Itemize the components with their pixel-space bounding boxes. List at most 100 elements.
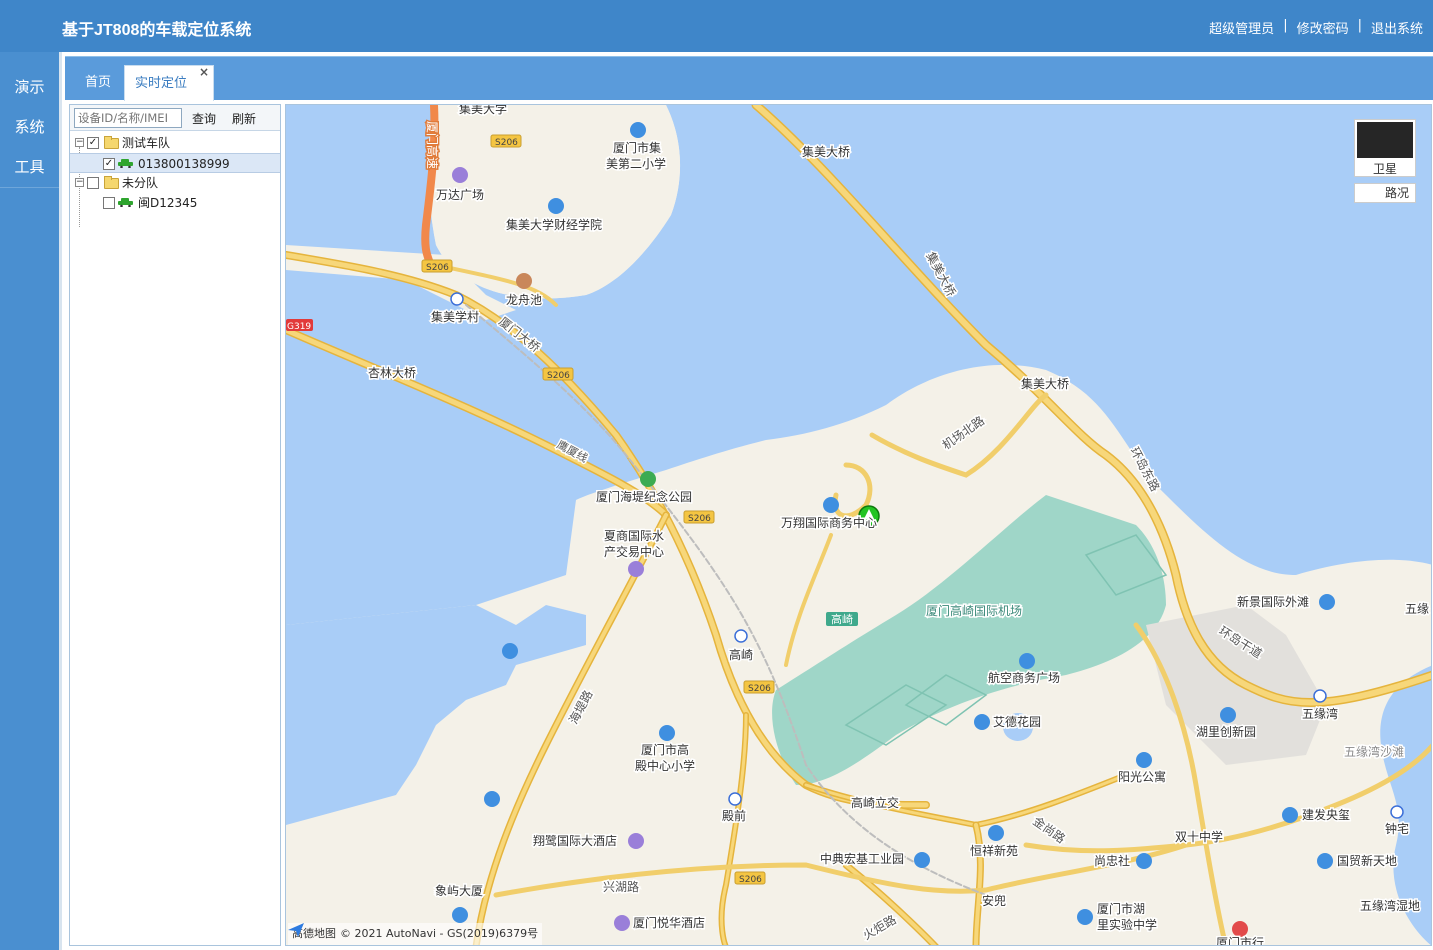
map-label: 厦门市湖 <box>1097 901 1145 916</box>
tree-node-label: 测试车队 <box>122 136 171 150</box>
query-button[interactable]: 查询 <box>192 110 216 127</box>
map-label: 集美大学财经学院 <box>506 217 602 232</box>
satellite-label: 卫星 <box>1372 162 1397 176</box>
satellite-toggle-button[interactable]: 卫星 <box>1354 119 1416 177</box>
map-label: 厦门悦华酒店 <box>633 915 705 930</box>
map-label: 高崎立交 <box>851 795 899 810</box>
road-badge-s206: S206 <box>739 875 762 885</box>
map-label: 金尚路 <box>1030 813 1068 846</box>
gaoqi-badge: 高崎 <box>831 612 853 626</box>
map-label: 五缘 <box>1405 602 1429 616</box>
satellite-thumbnail <box>1357 122 1413 158</box>
tree-node-label: 013800138999 <box>138 157 230 171</box>
map-label: 集美大学 <box>459 105 507 116</box>
tab-realtime-label: 实时定位 <box>135 76 188 91</box>
district-area <box>1146 605 1326 765</box>
map-label: 尚忠社 <box>1094 853 1130 868</box>
road-badge-s206: S206 <box>495 138 518 148</box>
map-label: 殿前 <box>722 808 746 823</box>
map-label: 殿中心小学 <box>635 758 695 773</box>
nav-item-system[interactable]: 系统 <box>0 107 59 147</box>
map-label: 厦门海堤纪念公园 <box>596 489 692 504</box>
map-label: 厦门高速 <box>425 121 440 169</box>
collapse-icon[interactable]: − <box>75 138 84 147</box>
group-checkbox[interactable] <box>87 177 99 189</box>
refresh-button[interactable]: 刷新 <box>232 110 256 127</box>
map-label: 杏林大桥 <box>368 366 416 380</box>
map-label: 厦门高崎国际机场 <box>926 603 1022 618</box>
map-copyright: © 2021 AutoNavi - GS(2019)6379号 <box>340 927 539 940</box>
road-badge-s206: S206 <box>547 371 570 381</box>
map-label: 阳光公寓 <box>1118 769 1166 784</box>
group-checkbox[interactable]: ✓ <box>87 137 99 149</box>
map-label: 双十中学 <box>1175 829 1223 844</box>
map-label: 厦门市行 <box>1216 935 1264 946</box>
folder-icon <box>104 176 119 189</box>
map-label: 集美大桥 <box>1021 376 1069 391</box>
map-label: 集美大桥 <box>802 144 850 159</box>
car-icon <box>118 198 133 207</box>
vehicle-checkbox[interactable]: ✓ <box>103 158 115 170</box>
map-label: 夏商国际水 <box>604 528 664 543</box>
app-title: 基于JT808的车载定位系统 <box>62 22 252 39</box>
tree-node-vehicle[interactable]: ✓ 013800138999 <box>70 153 280 173</box>
map-label: 集美学村 <box>431 309 479 324</box>
road-badge-s206: S206 <box>748 684 771 694</box>
map-label: 龙舟池 <box>506 293 542 307</box>
road-badge-s206: S206 <box>426 263 449 273</box>
left-nav: 演示 系统 工具 <box>0 52 62 950</box>
road-badge-s206: S206 <box>688 514 711 524</box>
tree-node-label: 未分队 <box>122 176 159 190</box>
map-label: 美第二小学 <box>606 156 666 171</box>
map-label: 火炬路 <box>860 912 899 943</box>
map-label: 兴湖路 <box>603 879 639 894</box>
device-search-input[interactable] <box>74 108 182 128</box>
tab-home[interactable]: 首页 <box>75 65 121 101</box>
map-label: 钟宅 <box>1385 821 1409 836</box>
tree-node-label: 闽D12345 <box>138 196 198 210</box>
vehicle-checkbox[interactable] <box>103 197 115 209</box>
car-icon <box>118 159 133 168</box>
link-separator: | <box>1283 18 1288 33</box>
tree-node-vehicle[interactable]: 闽D12345 <box>70 193 280 213</box>
traffic-toggle-button[interactable]: 路况 <box>1354 183 1416 203</box>
map-label: 万翔国际商务中心 <box>781 515 877 530</box>
tree-node-group[interactable]: − 未分队 <box>70 173 280 193</box>
map-label: 象屿大厦 <box>435 884 483 898</box>
collapse-icon[interactable]: − <box>75 178 84 187</box>
admin-user-link[interactable]: 超级管理员 <box>1209 18 1274 37</box>
map-label: 厦门市高 <box>641 742 689 757</box>
map-label: 高崎 <box>729 647 753 662</box>
close-icon[interactable]: × <box>199 54 209 90</box>
logout-link[interactable]: 退出系统 <box>1371 18 1423 37</box>
map-canvas[interactable]: S206 S206 S206 S206 S206 S206 G319 高崎 集美… <box>286 105 1432 946</box>
map-label: 五缘湾湿地 <box>1360 898 1420 913</box>
road-badge-g319: G319 <box>287 322 311 332</box>
map-label: 建发央玺 <box>1302 807 1350 822</box>
amap-logo-icon <box>288 923 304 937</box>
map-label: 中典宏基工业园 <box>820 851 904 866</box>
top-header: 基于JT808的车载定位系统 超级管理员 | 修改密码 | 退出系统 <box>0 0 1433 52</box>
sea-area <box>286 605 586 825</box>
tab-bar: 首页 实时定位 × <box>65 56 1433 101</box>
map-label: 新景国际外滩 <box>1237 594 1309 609</box>
map-label: 里实验中学 <box>1097 917 1157 932</box>
nav-item-tools[interactable]: 工具 <box>0 147 59 187</box>
map-label: 安兜 <box>982 893 1006 908</box>
map-label: 国贸新天地 <box>1337 853 1397 868</box>
map-label: 万达广场 <box>436 188 484 202</box>
nav-item-demo[interactable]: 演示 <box>0 67 59 107</box>
tree-node-group[interactable]: − ✓ 测试车队 <box>70 133 280 153</box>
map-label: 五缘湾沙滩 <box>1344 744 1404 759</box>
folder-icon <box>104 136 119 149</box>
vehicle-tree-panel: 查询 刷新 − ✓ 测试车队 ✓ 013800138999 − 未分队 <box>69 104 281 946</box>
change-password-link[interactable]: 修改密码 <box>1297 18 1349 37</box>
map-label: 厦门市集 <box>613 140 661 155</box>
map-label: 产交易中心 <box>604 544 664 559</box>
tab-realtime[interactable]: 实时定位 × <box>124 65 214 101</box>
map-view[interactable]: S206 S206 S206 S206 S206 S206 G319 高崎 集美… <box>285 104 1432 946</box>
map-label: 恒祥新苑 <box>970 843 1018 858</box>
map-label: 湖里创新园 <box>1196 724 1256 739</box>
map-label: 航空商务广场 <box>988 670 1060 685</box>
map-label: 艾德花园 <box>993 714 1041 729</box>
